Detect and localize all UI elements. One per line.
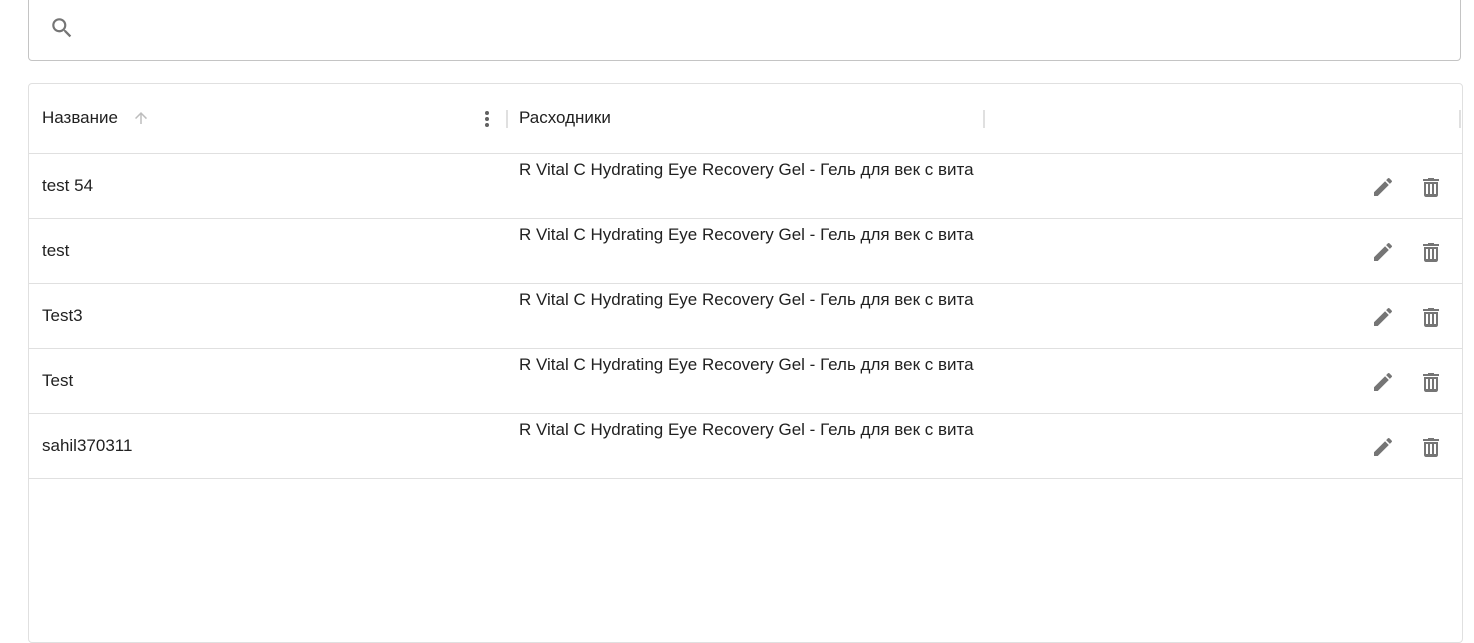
table-row[interactable]: test 54 R Vital C Hydrating Eye Recovery… (29, 154, 1462, 219)
trash-icon (1419, 305, 1443, 329)
search-box[interactable] (28, 0, 1461, 61)
column-separator[interactable] (983, 110, 985, 128)
delete-button[interactable] (1416, 367, 1446, 397)
cell-name: Test3 (42, 306, 83, 325)
cell-name: test 54 (42, 176, 94, 195)
cell-supplies: R Vital C Hydrating Eye Recovery Gel - Г… (519, 355, 974, 374)
pencil-icon (1371, 175, 1395, 199)
column-header-name[interactable]: Название (42, 108, 118, 128)
pencil-icon (1371, 305, 1395, 329)
search-icon (49, 15, 75, 41)
search-input[interactable] (89, 7, 1448, 53)
cell-name: Test (42, 371, 74, 390)
table-row[interactable]: Test R Vital C Hydrating Eye Recovery Ge… (29, 349, 1462, 414)
delete-button[interactable] (1416, 172, 1446, 202)
edit-button[interactable] (1368, 237, 1398, 267)
cell-supplies: R Vital C Hydrating Eye Recovery Gel - Г… (519, 420, 974, 439)
pencil-icon (1371, 435, 1395, 459)
edit-button[interactable] (1368, 302, 1398, 332)
pencil-icon (1371, 370, 1395, 394)
delete-button[interactable] (1416, 302, 1446, 332)
edit-button[interactable] (1368, 367, 1398, 397)
pencil-icon (1371, 240, 1395, 264)
edit-button[interactable] (1368, 432, 1398, 462)
table-row[interactable]: Test3 R Vital C Hydrating Eye Recovery G… (29, 284, 1462, 349)
column-separator (1459, 110, 1461, 128)
grid-header: Название Расходники (29, 84, 1462, 154)
cell-supplies: R Vital C Hydrating Eye Recovery Gel - Г… (519, 290, 974, 309)
cell-supplies: R Vital C Hydrating Eye Recovery Gel - Г… (519, 225, 974, 244)
table-row[interactable]: sahil370311 R Vital C Hydrating Eye Reco… (29, 414, 1462, 479)
table-row[interactable]: test R Vital C Hydrating Eye Recovery Ge… (29, 219, 1462, 284)
cell-supplies: R Vital C Hydrating Eye Recovery Gel - Г… (519, 160, 974, 179)
data-grid: Название Расходники test 54 R Vital C Hy… (28, 83, 1463, 643)
column-menu-icon[interactable] (479, 108, 495, 130)
column-separator[interactable] (506, 110, 508, 128)
column-header-supplies[interactable]: Расходники (519, 108, 611, 128)
trash-icon (1419, 175, 1443, 199)
delete-button[interactable] (1416, 432, 1446, 462)
trash-icon (1419, 240, 1443, 264)
delete-button[interactable] (1416, 237, 1446, 267)
cell-name: sahil370311 (42, 436, 133, 455)
edit-button[interactable] (1368, 172, 1398, 202)
trash-icon (1419, 370, 1443, 394)
trash-icon (1419, 435, 1443, 459)
sort-arrow-up-icon[interactable] (132, 109, 150, 127)
cell-name: test (42, 241, 70, 260)
